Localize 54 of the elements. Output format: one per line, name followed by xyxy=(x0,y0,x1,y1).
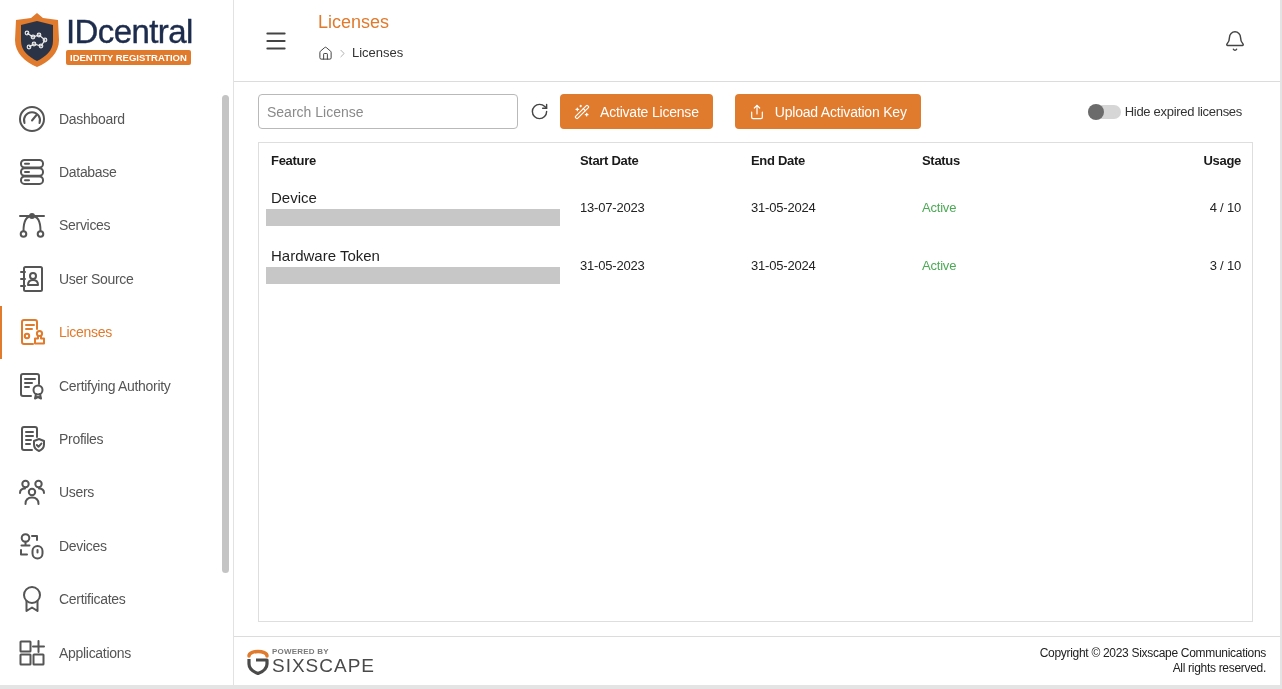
table-cell: 4 / 10 xyxy=(1209,199,1241,215)
group-people-icon xyxy=(18,478,46,507)
status-text: Active xyxy=(922,199,957,215)
logo-wordmark: IDcentral xyxy=(66,15,193,49)
table-cell: 3 / 10 xyxy=(1209,258,1241,274)
sidebar-item[interactable]: Certifying Authority xyxy=(0,358,222,413)
powered-by-text: POWERED BY xyxy=(272,647,330,656)
sidebar-item[interactable]: Services xyxy=(0,198,222,253)
shield-logo-icon xyxy=(14,13,60,67)
table-cell: 31-05-2024 xyxy=(751,199,816,215)
page-title: Licenses xyxy=(318,11,391,33)
sidebar-item[interactable]: Devices xyxy=(0,519,222,573)
sidebar-item[interactable]: Users xyxy=(0,465,222,520)
table-cell: Hardware Token xyxy=(271,247,380,266)
sidebar-item[interactable]: Database xyxy=(0,145,222,199)
brand-wordmark: SIXSCAPE xyxy=(272,656,376,675)
sidebar-item[interactable]: Applications xyxy=(0,625,222,680)
column-header: Start Date xyxy=(580,152,640,170)
table-cell: 13-07-2023 xyxy=(580,199,645,215)
column-header: Usage xyxy=(1203,152,1241,170)
sidebar-item[interactable]: Profiles xyxy=(0,412,222,466)
breadcrumb-item: Licenses xyxy=(352,45,404,61)
document-stamp-icon xyxy=(18,318,46,347)
search-field[interactable]: Search License xyxy=(258,94,518,129)
upload-icon xyxy=(748,103,765,120)
apps-grid-icon xyxy=(18,638,46,667)
table-cell: 31-05-2024 xyxy=(751,258,816,274)
curve-nodes-icon xyxy=(18,211,46,240)
table-cell: Device xyxy=(271,188,317,207)
column-header: Status xyxy=(922,152,961,170)
device-mouse-icon xyxy=(18,531,46,560)
status-text: Active xyxy=(922,258,957,274)
server-stack-icon xyxy=(18,158,46,187)
magic-wand-icon xyxy=(574,103,590,120)
table-cell: 31-05-2023 xyxy=(580,258,645,274)
sidebar-item[interactable]: Dashboard xyxy=(0,92,222,146)
document-badge-icon xyxy=(18,371,46,400)
column-header: Feature xyxy=(271,152,317,170)
home-icon[interactable] xyxy=(318,45,333,61)
notifications-button[interactable] xyxy=(1224,29,1246,52)
copyright-text: All rights reserved. xyxy=(1172,661,1266,676)
document-shield-icon xyxy=(18,425,46,454)
sidebar-item[interactable]: User Source xyxy=(0,252,222,306)
refresh-button[interactable] xyxy=(530,102,549,121)
contact-book-icon xyxy=(18,264,46,293)
shield-logo-icon xyxy=(247,647,269,675)
toggle-switch[interactable] xyxy=(1087,104,1121,119)
copyright-text: Copyright © 2023 Sixscape Communications xyxy=(1039,646,1266,661)
toggle-label: Hide expired licenses xyxy=(1124,104,1242,119)
logo-tagline: IDENTITY REGISTRATION xyxy=(66,50,191,65)
gauge-icon xyxy=(18,104,46,133)
scrollbar-thumb[interactable] xyxy=(222,95,229,573)
sidebar-item[interactable]: Certificates xyxy=(0,572,222,626)
column-header: End Date xyxy=(751,152,806,170)
